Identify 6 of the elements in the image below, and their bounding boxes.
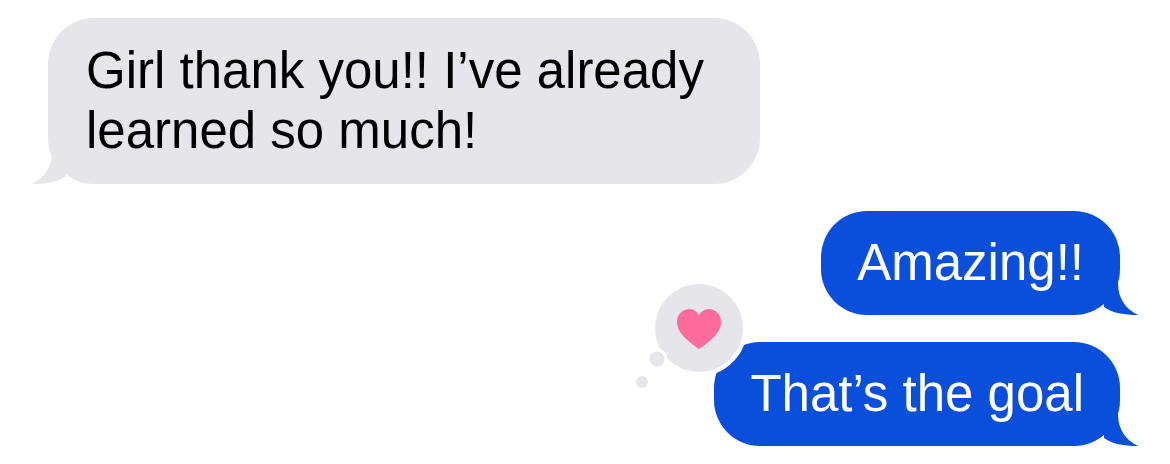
message-bubble: That’s the goal [714, 342, 1120, 446]
bubble-tail [1104, 414, 1138, 446]
bubble-tail [1104, 283, 1138, 315]
message-bubble: Girl thank you!! I’ve already learned so much! [48, 18, 760, 184]
heart-icon [677, 309, 722, 349]
message-bubble: Amazing!! [821, 211, 1120, 315]
